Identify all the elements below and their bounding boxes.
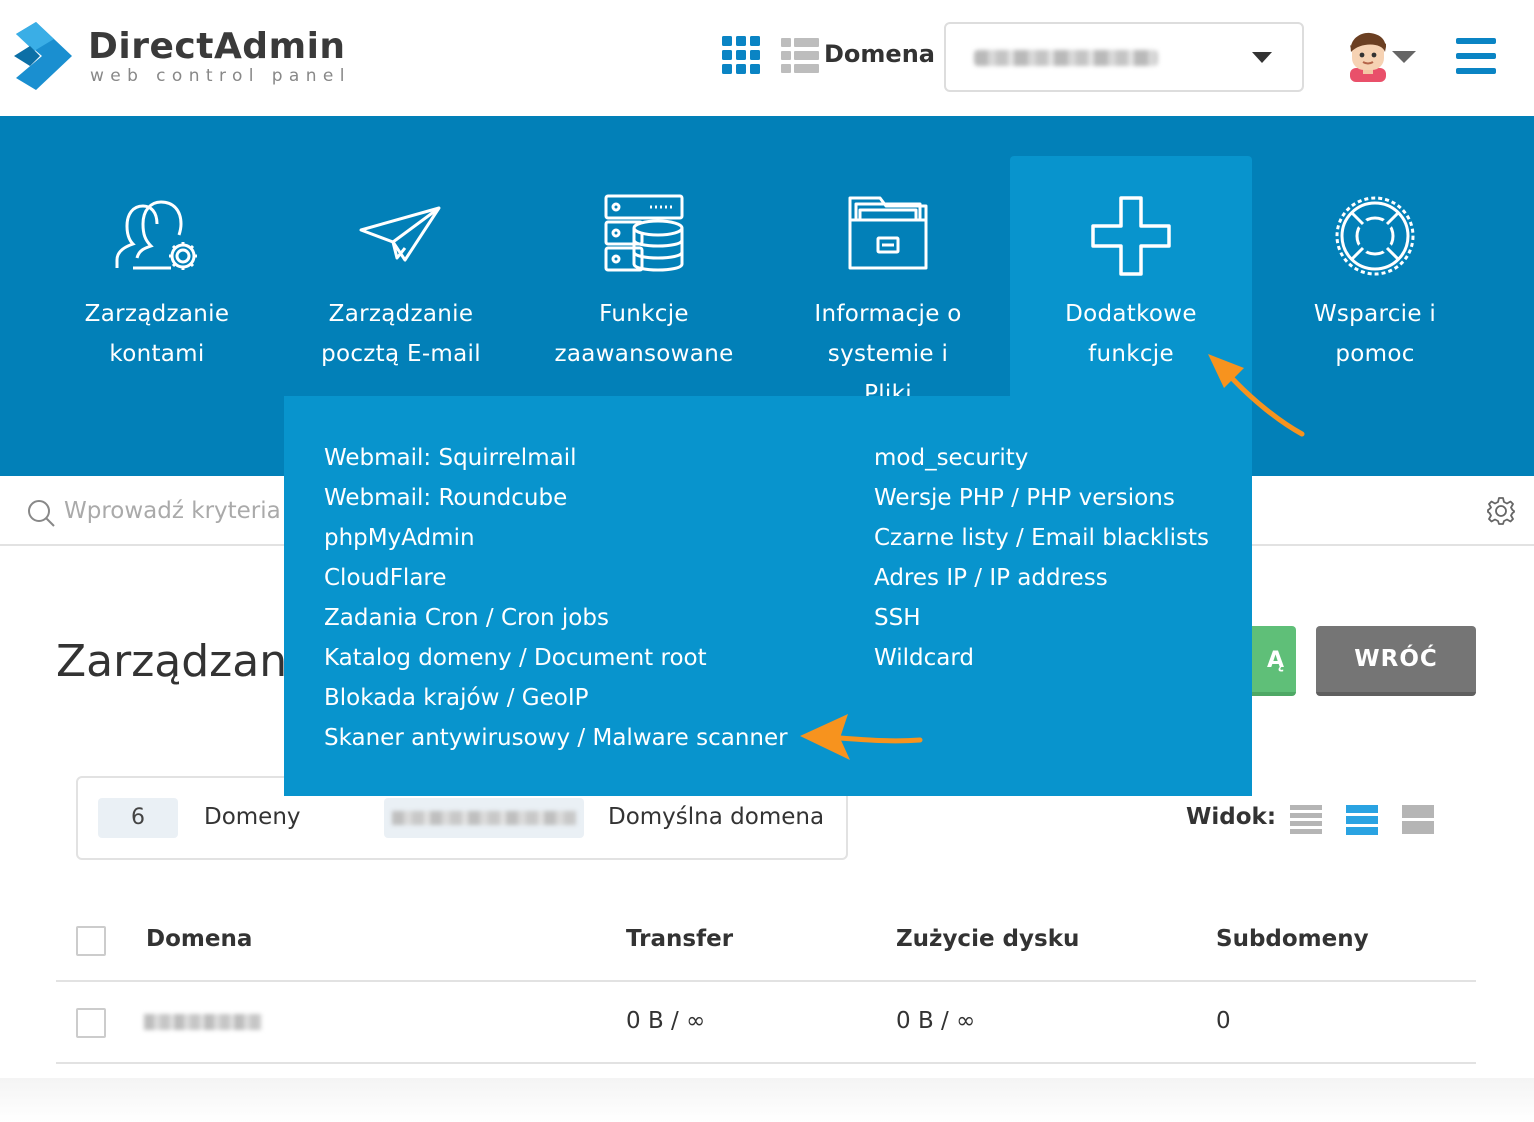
lifebuoy-icon: [1335, 196, 1415, 276]
directadmin-logo[interactable]: DirectAdmin web control panel: [14, 20, 345, 92]
row-checkbox[interactable]: [76, 1008, 106, 1038]
nav-label: Dodatkowe funkcje: [1065, 301, 1197, 367]
apps-grid-icon[interactable]: [722, 36, 760, 74]
search-input[interactable]: Wprowadź kryteria w: [64, 498, 307, 524]
plus-icon: [1091, 196, 1171, 276]
domain-count-badge: 6: [98, 798, 178, 838]
gear-icon[interactable]: [1486, 496, 1516, 526]
column-header-subdomains[interactable]: Subdomeny: [1216, 926, 1369, 952]
chevron-down-icon: [1252, 52, 1272, 63]
domain-label: Domena: [824, 40, 935, 68]
search-icon: [28, 500, 55, 527]
avatar[interactable]: [1346, 30, 1390, 82]
view-large-icon[interactable]: [1402, 804, 1434, 836]
menu-item-php-versions[interactable]: Wersje PHP / PHP versions: [874, 478, 1209, 518]
nav-label: Zarządzanie pocztą E-mail: [321, 301, 481, 367]
file-folder-icon: [848, 196, 928, 270]
menu-item-ssh[interactable]: SSH: [874, 598, 1209, 638]
menu-item-geoip[interactable]: Blokada krajów / GeoIP: [324, 678, 788, 718]
chevron-down-icon[interactable]: [1392, 51, 1416, 63]
default-domain-value: [384, 798, 584, 838]
default-domain-label: Domyślna domena: [608, 804, 825, 830]
menu-item-phpmyadmin[interactable]: phpMyAdmin: [324, 518, 788, 558]
hamburger-menu-icon[interactable]: [1456, 38, 1496, 74]
nav-label: Zarządzanie kontami: [84, 301, 230, 367]
nav-label: Funkcje zaawansowane: [554, 301, 734, 367]
bottom-fade: [0, 1078, 1534, 1122]
table-row: 0 B / ∞ 0 B / ∞ 0: [56, 982, 1476, 1064]
menu-item-roundcube[interactable]: Webmail: Roundcube: [324, 478, 788, 518]
table-header: Domena Transfer Zużycie dysku Subdomeny: [56, 900, 1476, 982]
back-button[interactable]: WRÓĆ: [1316, 626, 1476, 696]
column-header-disk-usage[interactable]: Zużycie dysku: [896, 926, 1079, 952]
dropdown-column-left: Webmail: Squirrelmail Webmail: Roundcube…: [324, 438, 788, 758]
domain-select[interactable]: [944, 22, 1304, 92]
view-label: Widok:: [1186, 804, 1277, 830]
menu-item-malware-scanner[interactable]: Skaner antywirusowy / Malware scanner: [324, 718, 788, 758]
menu-item-cron-jobs[interactable]: Zadania Cron / Cron jobs: [324, 598, 788, 638]
logo-chevron-icon: [14, 22, 72, 90]
menu-item-squirrelmail[interactable]: Webmail: Squirrelmail: [324, 438, 788, 478]
nav-support-help[interactable]: Wsparcie i pomoc: [1254, 156, 1496, 476]
nav-label: Informacje o systemie i Pliki: [814, 301, 962, 396]
row-transfer: 0 B / ∞: [626, 1008, 706, 1034]
paper-plane-icon: [359, 206, 441, 262]
list-view-icon[interactable]: [781, 38, 819, 74]
domain-count-label: Domeny: [204, 804, 301, 830]
menu-item-cloudflare[interactable]: CloudFlare: [324, 558, 788, 598]
menu-item-document-root[interactable]: Katalog domeny / Document root: [324, 638, 788, 678]
nav-label: Wsparcie i pomoc: [1313, 301, 1437, 367]
select-all-checkbox[interactable]: [76, 926, 106, 956]
column-header-domain[interactable]: Domena: [146, 926, 252, 952]
column-header-transfer[interactable]: Transfer: [626, 926, 733, 952]
view-standard-icon[interactable]: [1346, 804, 1378, 836]
menu-item-ip-address[interactable]: Adres IP / IP address: [874, 558, 1209, 598]
dropdown-column-right: mod_security Wersje PHP / PHP versions C…: [874, 438, 1209, 678]
page-title: Zarządzani: [56, 636, 300, 687]
additional-features-dropdown: Webmail: Squirrelmail Webmail: Roundcube…: [284, 396, 1252, 796]
top-header: DirectAdmin web control panel Domena: [0, 0, 1534, 116]
row-disk-usage: 0 B / ∞: [896, 1008, 976, 1034]
menu-item-wildcard[interactable]: Wildcard: [874, 638, 1209, 678]
logo-subtitle: web control panel: [90, 66, 351, 86]
row-domain-link[interactable]: [144, 1014, 262, 1030]
row-subdomains: 0: [1216, 1008, 1231, 1034]
server-database-icon: [604, 194, 684, 272]
view-compact-icon[interactable]: [1290, 804, 1322, 836]
nav-system-info-files[interactable]: Informacje o systemie i Pliki: [767, 156, 1009, 396]
users-gear-icon: [115, 200, 197, 270]
menu-item-email-blacklists[interactable]: Czarne listy / Email blacklists: [874, 518, 1209, 558]
menu-item-mod-security[interactable]: mod_security: [874, 438, 1209, 478]
nav-account-management[interactable]: Zarządzanie kontami: [36, 156, 278, 476]
domain-select-value: [974, 50, 1158, 66]
logo-title: DirectAdmin: [88, 26, 346, 67]
